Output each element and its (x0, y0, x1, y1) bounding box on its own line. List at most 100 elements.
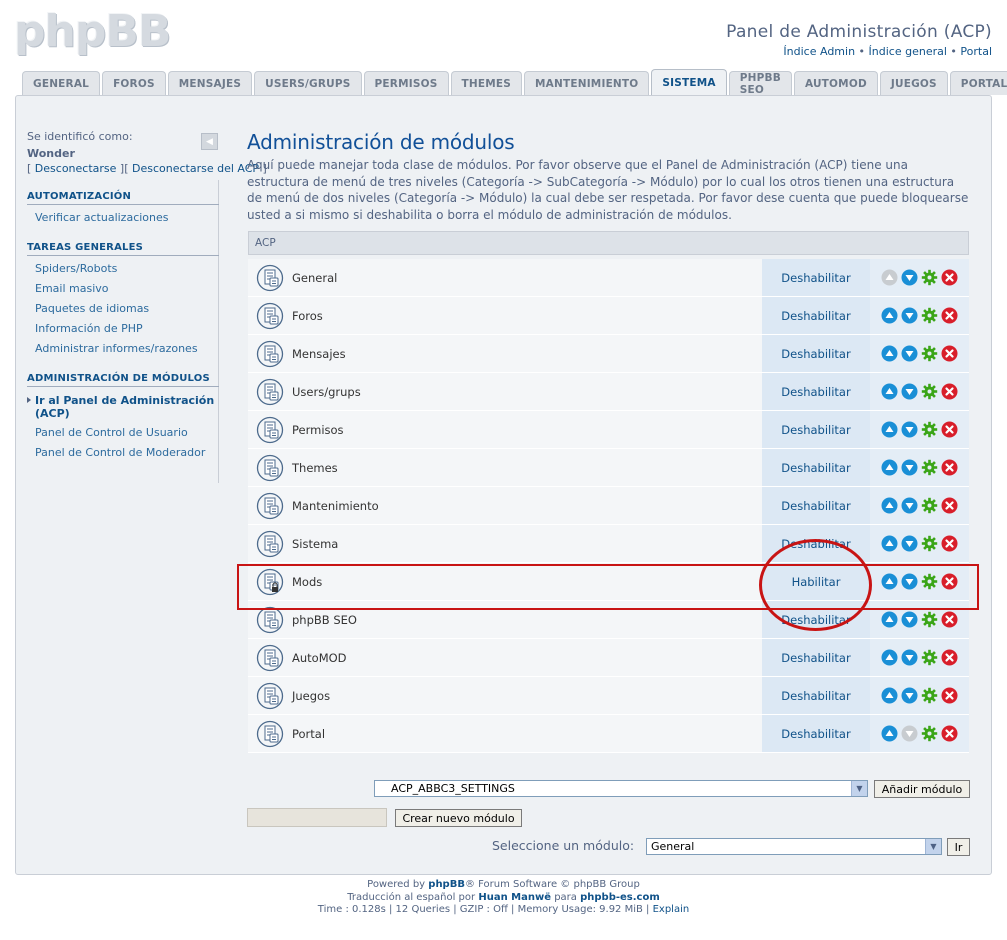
move-down-icon[interactable] (901, 459, 918, 476)
create-module-button[interactable]: Crear nuevo módulo (395, 809, 522, 827)
sidebar-item-paquetes-idiomas[interactable]: Paquetes de idiomas (27, 299, 219, 319)
module-toggle-link[interactable]: Habilitar (792, 575, 841, 589)
module-name-link[interactable]: Juegos (292, 689, 330, 703)
footer-translator-link[interactable]: Huan Manwë (478, 892, 551, 903)
sidebar-item-informacion-php[interactable]: Información de PHP (27, 319, 219, 339)
footer-explain-link[interactable]: Explain (653, 904, 690, 915)
tab-users-grups[interactable]: USERS/GRUPS (254, 71, 362, 95)
move-down-icon[interactable] (901, 383, 918, 400)
add-module-button[interactable]: Añadir módulo (874, 780, 970, 798)
delete-icon[interactable] (941, 345, 958, 362)
delete-icon[interactable] (941, 573, 958, 590)
move-up-icon[interactable] (881, 573, 898, 590)
module-name-link[interactable]: General (292, 271, 337, 285)
tab-permisos[interactable]: PERMISOS (363, 71, 449, 95)
delete-icon[interactable] (941, 611, 958, 628)
edit-gear-icon[interactable] (921, 345, 938, 362)
tab-phpbb-seo[interactable]: PHPBB SEO (728, 71, 792, 96)
tab-juegos[interactable]: JUEGOS (879, 71, 948, 95)
go-button[interactable]: Ir (947, 838, 970, 856)
move-down-icon[interactable] (901, 573, 918, 590)
move-down-icon[interactable] (901, 497, 918, 514)
module-name-link[interactable]: Mantenimiento (292, 499, 379, 513)
sidebar-item-verificar-actualizaciones[interactable]: Verificar actualizaciones (27, 208, 219, 228)
edit-gear-icon[interactable] (921, 383, 938, 400)
delete-icon[interactable] (941, 535, 958, 552)
delete-icon[interactable] (941, 421, 958, 438)
delete-icon[interactable] (941, 687, 958, 704)
module-toggle-link[interactable]: Deshabilitar (781, 385, 850, 399)
module-toggle-link[interactable]: Deshabilitar (781, 271, 850, 285)
tab-foros[interactable]: FOROS (102, 71, 166, 95)
delete-icon[interactable] (941, 269, 958, 286)
sidebar-item-panel-control-moderador[interactable]: Panel de Control de Moderador (27, 443, 219, 463)
tab-sistema[interactable]: SISTEMA (651, 69, 727, 95)
move-up-icon[interactable] (881, 687, 898, 704)
delete-icon[interactable] (941, 497, 958, 514)
delete-icon[interactable] (941, 459, 958, 476)
tab-themes[interactable]: THEMES (450, 71, 523, 95)
module-toggle-link[interactable]: Deshabilitar (781, 689, 850, 703)
sidebar-item-ir-panel-acp[interactable]: Ir al Panel de Administración (ACP) (27, 392, 219, 423)
sidebar-item-administrar-informes[interactable]: Administrar informes/razones (27, 339, 219, 359)
edit-gear-icon[interactable] (921, 269, 938, 286)
module-toggle-link[interactable]: Deshabilitar (781, 499, 850, 513)
move-up-icon[interactable] (881, 307, 898, 324)
module-toggle-link[interactable]: Deshabilitar (781, 461, 850, 475)
move-up-icon[interactable] (881, 649, 898, 666)
module-name-link[interactable]: Sistema (292, 537, 338, 551)
module-toggle-link[interactable]: Deshabilitar (781, 651, 850, 665)
footer-phpbb-link[interactable]: phpBB (428, 879, 465, 890)
module-toggle-link[interactable]: Deshabilitar (781, 613, 850, 627)
module-name-link[interactable]: phpBB SEO (292, 613, 357, 627)
module-toggle-link[interactable]: Deshabilitar (781, 423, 850, 437)
move-down-icon[interactable] (901, 269, 918, 286)
phpbb-logo[interactable]: phpBB (14, 6, 171, 57)
move-down-icon[interactable] (901, 535, 918, 552)
add-module-select[interactable]: ACP_ABBC3_SETTINGS ▼ (374, 780, 868, 797)
move-down-icon[interactable] (901, 421, 918, 438)
select-module-dropdown[interactable]: General ▼ (646, 838, 942, 855)
move-down-icon[interactable] (901, 611, 918, 628)
delete-icon[interactable] (941, 649, 958, 666)
move-up-icon[interactable] (881, 421, 898, 438)
tab-automod[interactable]: AUTOMOD (793, 71, 878, 95)
logout-link[interactable]: Desconectarse (35, 162, 117, 175)
footer-phpbb-es-link[interactable]: phpbb-es.com (580, 892, 660, 903)
module-toggle-link[interactable]: Deshabilitar (781, 347, 850, 361)
edit-gear-icon[interactable] (921, 649, 938, 666)
link-general-index[interactable]: Índice general (869, 45, 947, 58)
move-down-icon[interactable] (901, 345, 918, 362)
sidebar-item-spiders-robots[interactable]: Spiders/Robots (27, 259, 219, 279)
module-toggle-link[interactable]: Deshabilitar (781, 537, 850, 551)
tab-mantenimiento[interactable]: MANTENIMIENTO (524, 71, 650, 95)
module-name-link[interactable]: Mods (292, 575, 322, 589)
edit-gear-icon[interactable] (921, 687, 938, 704)
link-portal[interactable]: Portal (960, 45, 992, 58)
edit-gear-icon[interactable] (921, 307, 938, 324)
move-up-icon[interactable] (881, 345, 898, 362)
module-name-link[interactable]: AutoMOD (292, 651, 347, 665)
sidebar-item-email-masivo[interactable]: Email masivo (27, 279, 219, 299)
edit-gear-icon[interactable] (921, 459, 938, 476)
tab-mensajes[interactable]: MENSAJES (167, 71, 253, 95)
edit-gear-icon[interactable] (921, 725, 938, 742)
sidebar-item-panel-control-usuario[interactable]: Panel de Control de Usuario (27, 423, 219, 443)
logout-acp-link[interactable]: Desconectarse del ACP (132, 162, 259, 175)
module-name-link[interactable]: Foros (292, 309, 323, 323)
move-up-icon[interactable] (881, 383, 898, 400)
move-down-icon[interactable] (901, 307, 918, 324)
module-name-link[interactable]: Portal (292, 727, 325, 741)
module-toggle-link[interactable]: Deshabilitar (781, 309, 850, 323)
module-toggle-link[interactable]: Deshabilitar (781, 727, 850, 741)
module-name-link[interactable]: Themes (292, 461, 338, 475)
move-up-icon[interactable] (881, 611, 898, 628)
delete-icon[interactable] (941, 383, 958, 400)
move-up-icon[interactable] (881, 725, 898, 742)
module-name-link[interactable]: Permisos (292, 423, 344, 437)
tab-portal[interactable]: PORTAL (949, 71, 1007, 95)
edit-gear-icon[interactable] (921, 535, 938, 552)
move-up-icon[interactable] (881, 497, 898, 514)
module-name-link[interactable]: Users/grups (292, 385, 361, 399)
move-up-icon[interactable] (881, 459, 898, 476)
